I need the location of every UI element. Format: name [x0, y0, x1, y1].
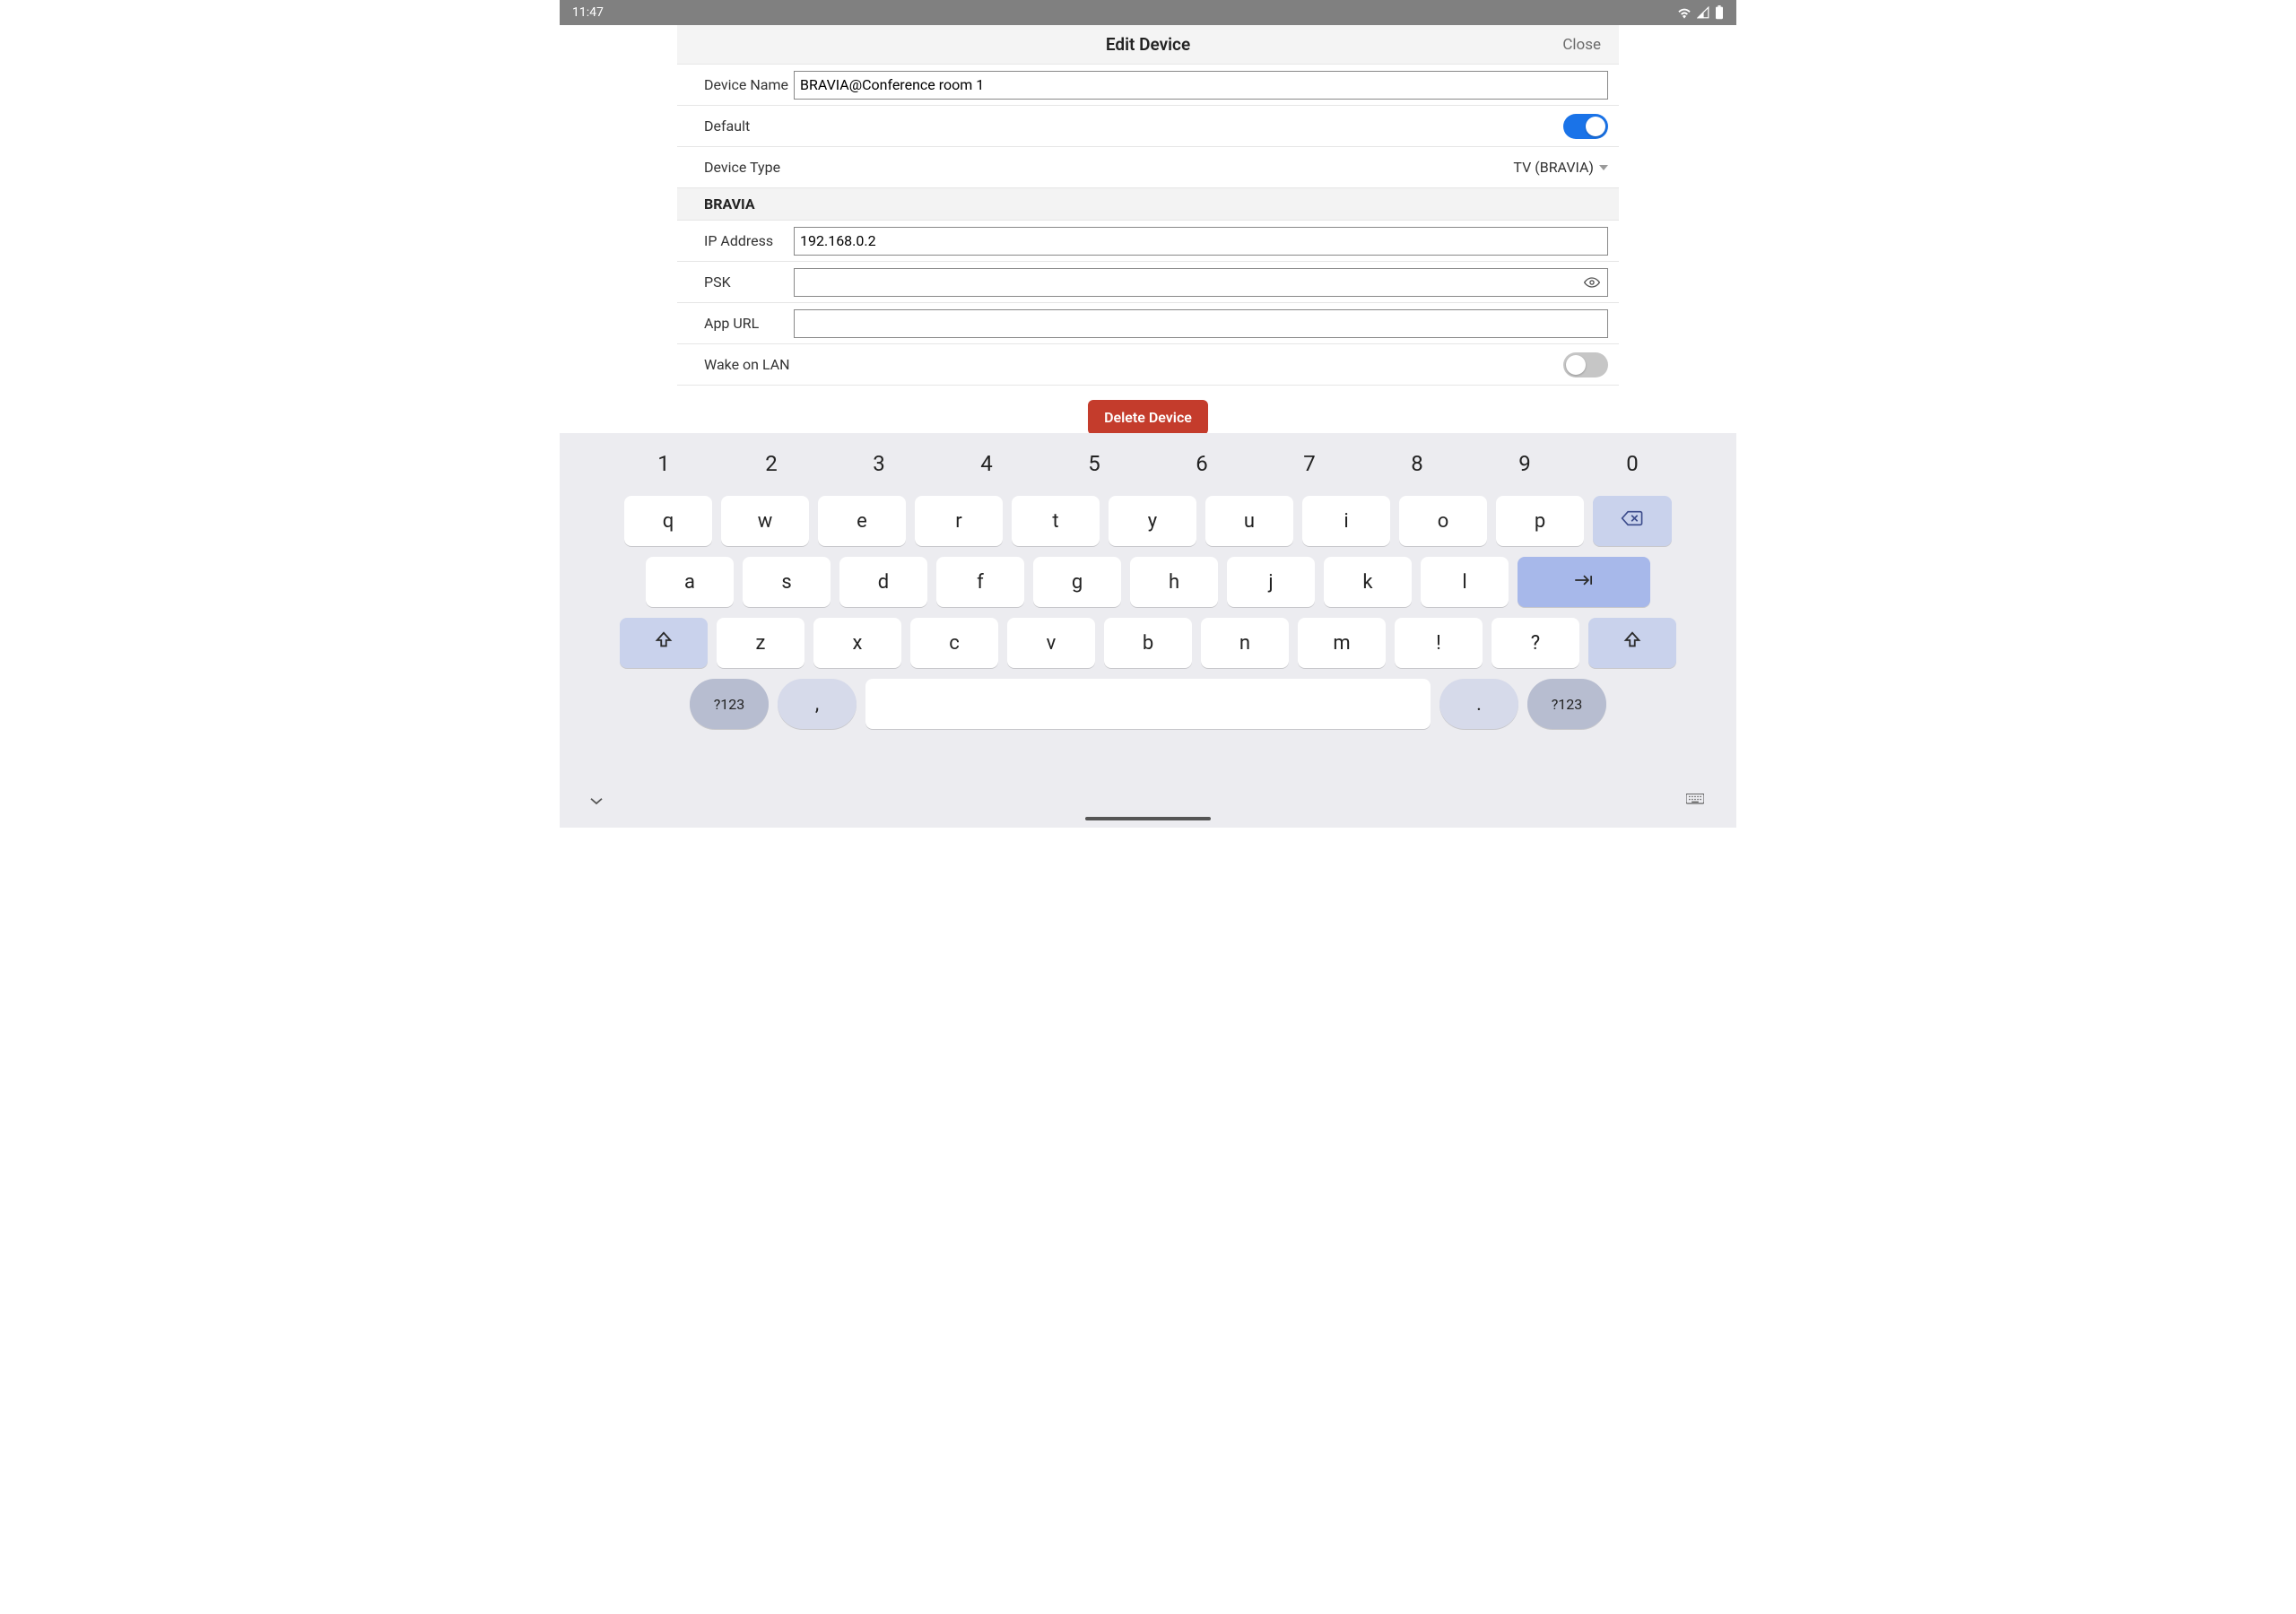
key-k[interactable]: k — [1324, 557, 1412, 607]
label-wake-on-lan: Wake on LAN — [677, 356, 821, 373]
key-period[interactable]: . — [1439, 679, 1518, 729]
wake-on-lan-toggle[interactable] — [1563, 352, 1608, 377]
row-device-type: Device Type TV (BRAVIA) — [677, 147, 1619, 188]
key-n[interactable]: n — [1201, 618, 1289, 668]
keyboard-row-3: z x c v b n m ! ? — [560, 618, 1736, 668]
key-9[interactable]: 9 — [1475, 442, 1574, 485]
key-1[interactable]: 1 — [614, 442, 713, 485]
key-e[interactable]: e — [818, 496, 906, 546]
dialog-title: Edit Device — [1106, 34, 1190, 55]
key-d[interactable]: d — [839, 557, 927, 607]
backspace-icon — [1621, 509, 1644, 533]
key-2[interactable]: 2 — [722, 442, 821, 485]
battery-icon — [1715, 5, 1724, 20]
key-4[interactable]: 4 — [937, 442, 1036, 485]
row-app-url: App URL — [677, 303, 1619, 344]
keyboard-number-row: 1 2 3 4 5 6 7 8 9 0 — [560, 442, 1736, 485]
dialog-header: Edit Device Close — [677, 25, 1619, 65]
key-x[interactable]: x — [813, 618, 901, 668]
key-7[interactable]: 7 — [1260, 442, 1359, 485]
row-default: Default — [677, 106, 1619, 147]
key-0[interactable]: 0 — [1583, 442, 1682, 485]
gesture-handle[interactable] — [1085, 817, 1211, 820]
keyboard-collapse-icon[interactable] — [588, 793, 604, 810]
keyboard-row-4: ?123 , . ?123 — [560, 679, 1736, 729]
row-ip-address: IP Address — [677, 221, 1619, 262]
key-c[interactable]: c — [910, 618, 998, 668]
label-device-type: Device Type — [677, 159, 794, 176]
status-bar: 11:47 — [560, 0, 1736, 25]
key-u[interactable]: u — [1205, 496, 1293, 546]
eye-icon[interactable] — [1583, 273, 1601, 291]
key-w[interactable]: w — [721, 496, 809, 546]
device-type-select[interactable]: TV (BRAVIA) — [1513, 159, 1608, 176]
close-button[interactable]: Close — [1562, 36, 1601, 54]
default-toggle[interactable] — [1563, 114, 1608, 139]
key-backspace[interactable] — [1593, 496, 1672, 546]
key-m[interactable]: m — [1298, 618, 1386, 668]
key-b[interactable]: b — [1104, 618, 1192, 668]
key-symbols-right[interactable]: ?123 — [1527, 679, 1606, 729]
key-z[interactable]: z — [717, 618, 804, 668]
key-h[interactable]: h — [1130, 557, 1218, 607]
key-3[interactable]: 3 — [830, 442, 928, 485]
key-t[interactable]: t — [1012, 496, 1100, 546]
key-8[interactable]: 8 — [1368, 442, 1466, 485]
key-6[interactable]: 6 — [1152, 442, 1251, 485]
device-name-input[interactable] — [794, 71, 1608, 100]
label-app-url: App URL — [677, 315, 794, 332]
app-url-input[interactable] — [794, 309, 1608, 338]
key-g[interactable]: g — [1033, 557, 1121, 607]
key-next[interactable] — [1518, 557, 1650, 607]
key-space[interactable] — [865, 679, 1431, 729]
key-question[interactable]: ? — [1492, 618, 1579, 668]
key-o[interactable]: o — [1399, 496, 1487, 546]
keyboard-row-2: a s d f g h j k l — [560, 557, 1736, 607]
key-l[interactable]: l — [1421, 557, 1509, 607]
key-shift-left[interactable] — [620, 618, 708, 668]
label-ip-address: IP Address — [677, 232, 794, 249]
row-psk: PSK — [677, 262, 1619, 303]
signal-icon — [1697, 6, 1709, 19]
on-screen-keyboard: 1 2 3 4 5 6 7 8 9 0 q w e r t y u i o p — [560, 433, 1736, 828]
wifi-icon — [1677, 6, 1692, 19]
label-psk: PSK — [677, 273, 794, 291]
label-default: Default — [677, 117, 794, 134]
key-q[interactable]: q — [624, 496, 712, 546]
chevron-down-icon — [1599, 165, 1608, 170]
device-type-value: TV (BRAVIA) — [1513, 159, 1594, 176]
key-exclaim[interactable]: ! — [1395, 618, 1483, 668]
key-j[interactable]: j — [1227, 557, 1315, 607]
key-s[interactable]: s — [743, 557, 831, 607]
shift-icon — [654, 630, 674, 655]
key-a[interactable]: a — [646, 557, 734, 607]
key-v[interactable]: v — [1007, 618, 1095, 668]
key-comma[interactable]: , — [778, 679, 857, 729]
section-header-bravia: BRAVIA — [677, 188, 1619, 221]
tab-next-icon — [1572, 571, 1596, 594]
ip-address-input[interactable] — [794, 227, 1608, 256]
key-r[interactable]: r — [915, 496, 1003, 546]
keyboard-row-1: q w e r t y u i o p — [560, 496, 1736, 546]
label-device-name: Device Name — [677, 76, 794, 93]
key-5[interactable]: 5 — [1045, 442, 1144, 485]
key-y[interactable]: y — [1109, 496, 1196, 546]
row-device-name: Device Name — [677, 65, 1619, 106]
key-shift-right[interactable] — [1588, 618, 1676, 668]
keyboard-options-icon[interactable] — [1686, 794, 1704, 811]
row-wake-on-lan: Wake on LAN — [677, 344, 1619, 386]
shift-icon — [1622, 630, 1642, 655]
key-symbols-left[interactable]: ?123 — [690, 679, 769, 729]
status-time: 11:47 — [572, 5, 604, 20]
key-i[interactable]: i — [1302, 496, 1390, 546]
key-f[interactable]: f — [936, 557, 1024, 607]
key-p[interactable]: p — [1496, 496, 1584, 546]
psk-input[interactable] — [794, 268, 1608, 297]
delete-device-button[interactable]: Delete Device — [1088, 400, 1208, 435]
